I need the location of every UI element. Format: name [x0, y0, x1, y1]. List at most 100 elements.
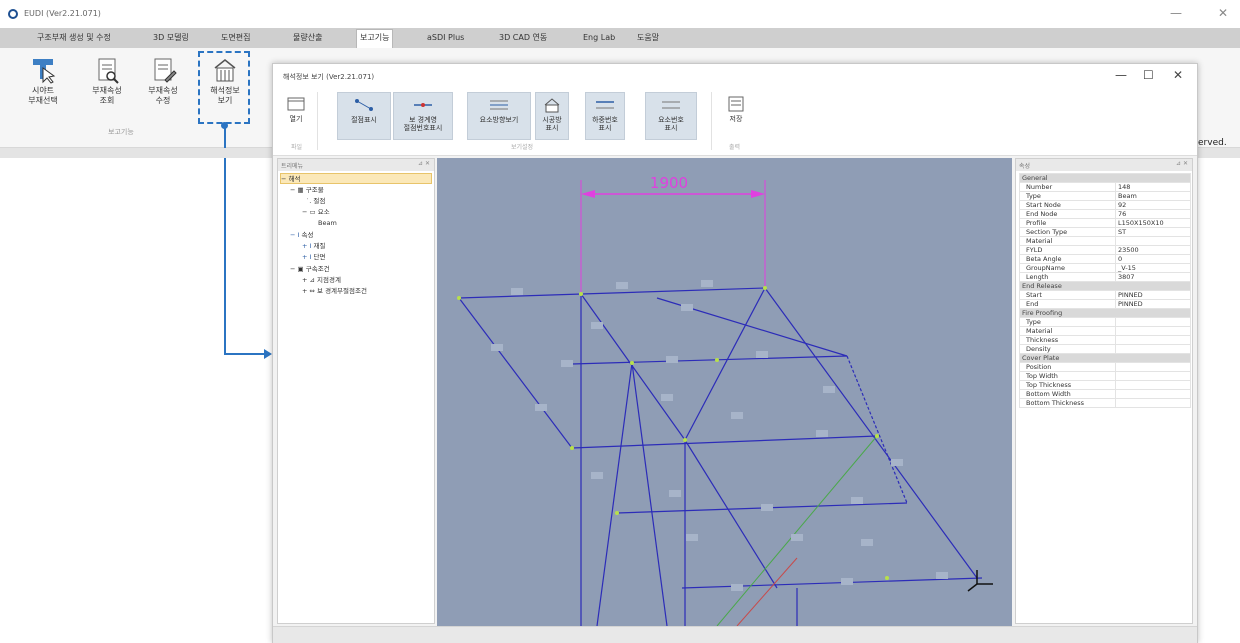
menu-tab-quantity[interactable]: 물량산출: [290, 30, 325, 46]
member-property-view-label: 부재속성 조회: [92, 86, 122, 105]
property-row[interactable]: Material: [1019, 236, 1191, 246]
tree-item-beam-boundary[interactable]: + ⇔ 보 경계부절점조건: [302, 286, 367, 297]
property-value[interactable]: [1115, 389, 1191, 399]
tree-item-label: 구속조건: [305, 265, 330, 273]
property-row[interactable]: End PINNED: [1019, 299, 1191, 309]
tree-item-section[interactable]: + I 단면: [302, 252, 325, 263]
property-value[interactable]: 0: [1115, 254, 1191, 264]
property-category-row[interactable]: End Release: [1019, 281, 1191, 291]
tree-item-element[interactable]: − ▭ 요소: [302, 207, 330, 218]
select-member-button[interactable]: 시야트 부재선택: [20, 54, 66, 124]
property-value[interactable]: [1115, 317, 1191, 327]
construction-display-label: 시공방 표시: [542, 116, 562, 132]
save-button[interactable]: 저장: [723, 92, 749, 140]
menu-tab-report[interactable]: 보고기능: [356, 29, 394, 48]
beam-node-number-button[interactable]: 보 경계영 절점번호표시: [393, 92, 453, 140]
property-row[interactable]: Profile L150X150X10: [1019, 218, 1191, 228]
model-viewport[interactable]: 1900: [437, 158, 1012, 626]
property-value[interactable]: [1115, 398, 1191, 408]
property-value[interactable]: PINNED: [1115, 299, 1191, 309]
property-value[interactable]: [1115, 236, 1191, 246]
property-value[interactable]: _V-15: [1115, 263, 1191, 273]
property-row[interactable]: Bottom Thickness: [1019, 398, 1191, 408]
property-value[interactable]: 148: [1115, 182, 1191, 192]
property-row[interactable]: Top Thickness: [1019, 380, 1191, 390]
tree-item-label: 요소: [317, 208, 330, 216]
tree-item-label: 단면: [313, 253, 326, 261]
tree-item-material[interactable]: + I 재질: [302, 241, 325, 252]
property-row[interactable]: GroupName _V-15: [1019, 263, 1191, 273]
menu-tab-3d-cad[interactable]: 3D CAD 연동: [496, 30, 550, 46]
property-category-row[interactable]: Fire Proofing: [1019, 308, 1191, 318]
property-row[interactable]: Thickness: [1019, 335, 1191, 345]
property-row[interactable]: Start PINNED: [1019, 290, 1191, 300]
construction-display-button[interactable]: 시공방 표시: [535, 92, 569, 140]
element-number-button[interactable]: 요소번호 표시: [645, 92, 697, 140]
property-row[interactable]: Beta Angle 0: [1019, 254, 1191, 264]
member-property-view-button[interactable]: 부재속성 조회: [84, 54, 130, 124]
menu-tab-structure[interactable]: 구조부재 생성 및 수정: [34, 30, 114, 46]
property-row[interactable]: Type: [1019, 317, 1191, 327]
property-value[interactable]: [1115, 362, 1191, 372]
property-value[interactable]: PINNED: [1115, 290, 1191, 300]
dialog-maximize-icon[interactable]: ☐: [1143, 68, 1154, 82]
property-row[interactable]: Number 148: [1019, 182, 1191, 192]
property-value[interactable]: L150X150X10: [1115, 218, 1191, 228]
property-value[interactable]: 3807: [1115, 272, 1191, 282]
tree-item-constraint[interactable]: − ▣ 구속조건: [290, 264, 330, 275]
property-value[interactable]: [1115, 371, 1191, 381]
property-value[interactable]: [1115, 335, 1191, 345]
close-icon[interactable]: ✕: [1218, 6, 1228, 20]
node-marker: [570, 446, 574, 450]
node-display-button[interactable]: 절점표시: [337, 92, 391, 140]
dimension-arrow-left: [581, 190, 595, 198]
menu-tab-eng-lab[interactable]: Eng Lab: [580, 30, 618, 46]
property-row[interactable]: Type Beam: [1019, 191, 1191, 201]
dialog-ribbon: 열기 절점표시 보 경계영 절점번호표시 요소방향보기 시공방 표시 하중번호 …: [273, 88, 1197, 156]
minimize-icon[interactable]: —: [1170, 6, 1182, 20]
property-value[interactable]: Beam: [1115, 191, 1191, 201]
property-row[interactable]: Position: [1019, 362, 1191, 372]
menu-tab-help[interactable]: 도움말: [634, 30, 662, 46]
property-value[interactable]: [1115, 326, 1191, 336]
property-value[interactable]: 23500: [1115, 245, 1191, 255]
property-value[interactable]: 92: [1115, 200, 1191, 210]
tree-item-structure[interactable]: − ▦ 구조물: [290, 185, 324, 196]
element-number-tag: [761, 504, 773, 511]
tree-item-support[interactable]: + ⊿ 지점경계: [302, 275, 341, 286]
open-button[interactable]: 열기: [283, 92, 309, 140]
property-row[interactable]: Top Width: [1019, 371, 1191, 381]
element-number-tag: [591, 322, 603, 329]
property-row[interactable]: Section Type ST: [1019, 227, 1191, 237]
tree-item-analysis[interactable]: − 해석: [280, 173, 432, 184]
property-row[interactable]: FYLD 23500: [1019, 245, 1191, 255]
menu-tab-asdi-plus[interactable]: aSDI Plus: [424, 30, 467, 46]
tree-item-beam[interactable]: Beam: [318, 218, 337, 229]
property-category-row[interactable]: Cover Plate: [1019, 353, 1191, 363]
tree-item-node[interactable]: ˙. 절점: [306, 196, 325, 207]
collapse-icon[interactable]: −: [281, 175, 289, 183]
property-category-row[interactable]: General: [1019, 173, 1191, 183]
property-row[interactable]: Material: [1019, 326, 1191, 336]
cursor-select-icon: [33, 59, 56, 84]
dialog-close-icon[interactable]: ✕: [1173, 68, 1183, 82]
property-value[interactable]: [1115, 344, 1191, 354]
member-property-edit-button[interactable]: 부재속성 수정: [140, 54, 186, 124]
property-row[interactable]: Length 3807: [1019, 272, 1191, 282]
property-row[interactable]: Bottom Width: [1019, 389, 1191, 399]
property-row[interactable]: End Node 76: [1019, 209, 1191, 219]
menu-tab-drawing[interactable]: 도면편집: [218, 30, 253, 46]
dialog-minimize-icon[interactable]: —: [1115, 68, 1127, 82]
pin-icon[interactable]: ⊿ ✕: [1176, 160, 1188, 167]
property-value[interactable]: ST: [1115, 227, 1191, 237]
element-direction-icon: [490, 100, 508, 110]
property-row[interactable]: Density: [1019, 344, 1191, 354]
property-value[interactable]: 76: [1115, 209, 1191, 219]
tree-item-property[interactable]: − I 속성: [290, 230, 313, 241]
element-direction-button[interactable]: 요소방향보기: [467, 92, 531, 140]
pin-icon[interactable]: ⊿ ✕: [418, 160, 430, 167]
menu-tab-3d-modeling[interactable]: 3D 모델링: [150, 30, 192, 46]
property-row[interactable]: Start Node 92: [1019, 200, 1191, 210]
property-value[interactable]: [1115, 380, 1191, 390]
load-number-button[interactable]: 하중번호 표시: [585, 92, 625, 140]
